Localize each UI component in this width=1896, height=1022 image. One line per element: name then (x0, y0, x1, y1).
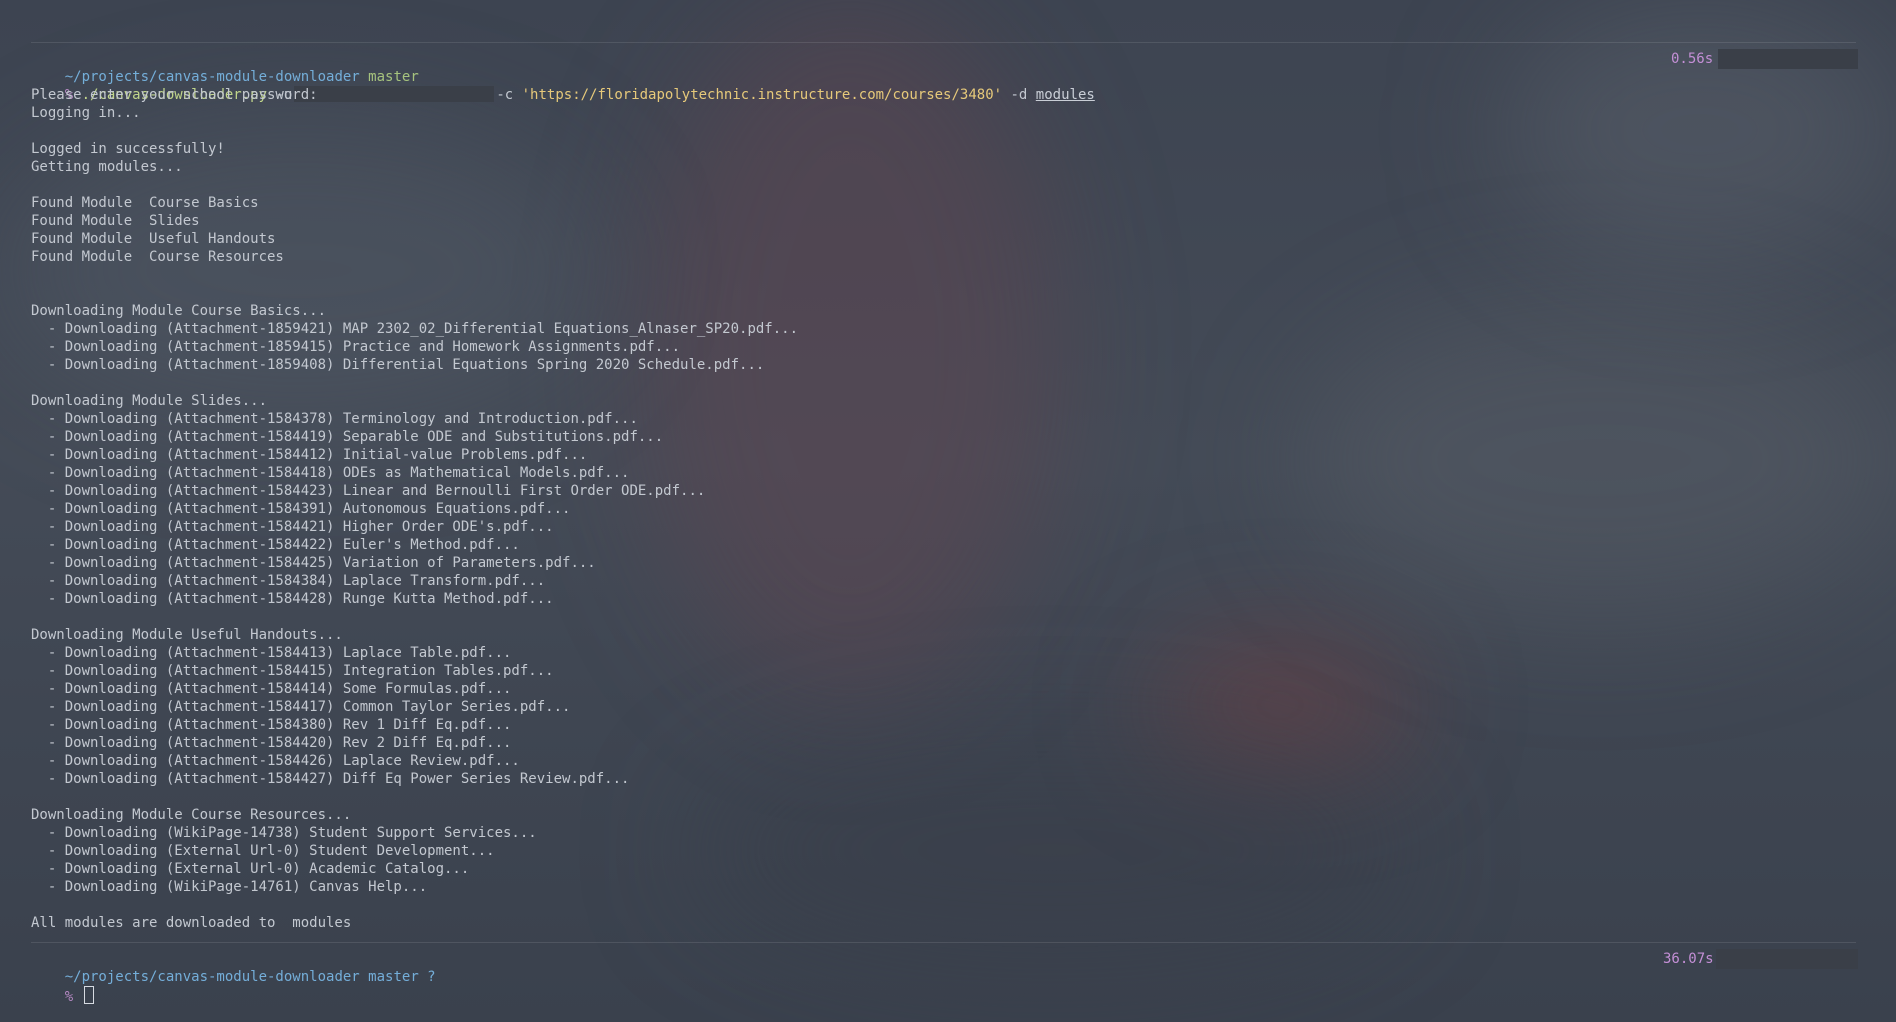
output-line: - Downloading (Attachment-1584412) Initi… (31, 447, 588, 463)
output-line: Downloading Module Course Resources... (31, 807, 352, 823)
output-line: All modules are downloaded to modules (31, 915, 352, 931)
output-line: Found Module Slides (31, 213, 200, 229)
output-line: - Downloading (Attachment-1584378) Termi… (31, 411, 638, 427)
command-line[interactable]: % ./canvas-downloader.py -u -c 'https://f… (31, 68, 1095, 103)
output-line: - Downloading (Attachment-1584420) Rev 2… (31, 735, 512, 751)
output-line: - Downloading (Attachment-1584423) Linea… (31, 483, 706, 499)
prompt-char: % (64, 989, 74, 1005)
output-line: Logging in... (31, 105, 141, 121)
output-line: - Downloading (WikiPage-14738) Student S… (31, 825, 537, 841)
output-line: - Downloading (Attachment-1584426) Lapla… (31, 753, 520, 769)
output-line: - Downloading (Attachment-1584380) Rev 1… (31, 717, 512, 733)
redacted-username (294, 86, 495, 102)
output-line: Downloading Module Slides... (31, 393, 268, 409)
output-line: Found Module Useful Handouts (31, 231, 276, 247)
output-line: Please enter your school password: (31, 87, 318, 103)
output-line: - Downloading (Attachment-1584415) Integ… (31, 663, 554, 679)
redacted-block-1 (1718, 49, 1858, 69)
prompt-path: ~/projects/canvas-module-downloader (64, 969, 360, 985)
course-flag: -c (496, 87, 514, 103)
output-line: - Downloading (Attachment-1584417) Commo… (31, 699, 571, 715)
output-line: - Downloading (Attachment-1859421) MAP 2… (31, 321, 799, 337)
prompt-branch: master ? (368, 969, 436, 985)
output-line: - Downloading (WikiPage-14761) Canvas He… (31, 879, 428, 895)
course-url: 'https://floridapolytechnic.instructure.… (521, 87, 1003, 103)
redacted-block-2 (1716, 949, 1858, 969)
output-line: - Downloading (External Url-0) Student D… (31, 843, 495, 859)
output-line: - Downloading (Attachment-1584413) Lapla… (31, 645, 512, 661)
prompt-separator-bottom (31, 942, 1856, 943)
output-line: - Downloading (Attachment-1584384) Lapla… (31, 573, 546, 589)
text-cursor[interactable] (83, 986, 94, 1004)
input-line[interactable]: % (31, 968, 94, 1005)
output-line: - Downloading (Attachment-1859408) Diffe… (31, 357, 765, 373)
output-line: - Downloading (Attachment-1584428) Runge… (31, 591, 554, 607)
output-line: Downloading Module Course Basics... (31, 303, 327, 319)
output-line: - Downloading (Attachment-1584419) Separ… (31, 429, 664, 445)
prompt-header-2: ~/projects/canvas-module-downloader mast… (31, 950, 436, 985)
output-line: Downloading Module Useful Handouts... (31, 627, 343, 643)
prompt-duration-2: 36.07s (1663, 951, 1714, 967)
prompt-separator-top (31, 42, 1856, 43)
output-line: Getting modules... (31, 159, 183, 175)
output-line: - Downloading (Attachment-1584427) Diff … (31, 771, 630, 787)
output-line: Logged in successfully! (31, 141, 225, 157)
output-line: - Downloading (Attachment-1584418) ODEs … (31, 465, 630, 481)
prompt-duration-1: 0.56s (1671, 51, 1714, 67)
output-line: - Downloading (Attachment-1584425) Varia… (31, 555, 596, 571)
output-line: - Downloading (Attachment-1584421) Highe… (31, 519, 554, 535)
output-line: - Downloading (External Url-0) Academic … (31, 861, 470, 877)
dir-value: modules (1035, 87, 1095, 103)
output-line: - Downloading (Attachment-1859415) Pract… (31, 339, 681, 355)
output-line: - Downloading (Attachment-1584422) Euler… (31, 537, 520, 553)
dir-flag: -d (1010, 87, 1028, 103)
output-line: Found Module Course Resources (31, 249, 284, 265)
prompt-header-1: ~/projects/canvas-module-downloader mast… (31, 50, 419, 85)
terminal-window[interactable]: ~/projects/canvas-module-downloader mast… (0, 0, 1896, 1022)
output-line: - Downloading (Attachment-1584391) Auton… (31, 501, 571, 517)
output-line: - Downloading (Attachment-1584414) Some … (31, 681, 512, 697)
output-line: Found Module Course Basics (31, 195, 259, 211)
